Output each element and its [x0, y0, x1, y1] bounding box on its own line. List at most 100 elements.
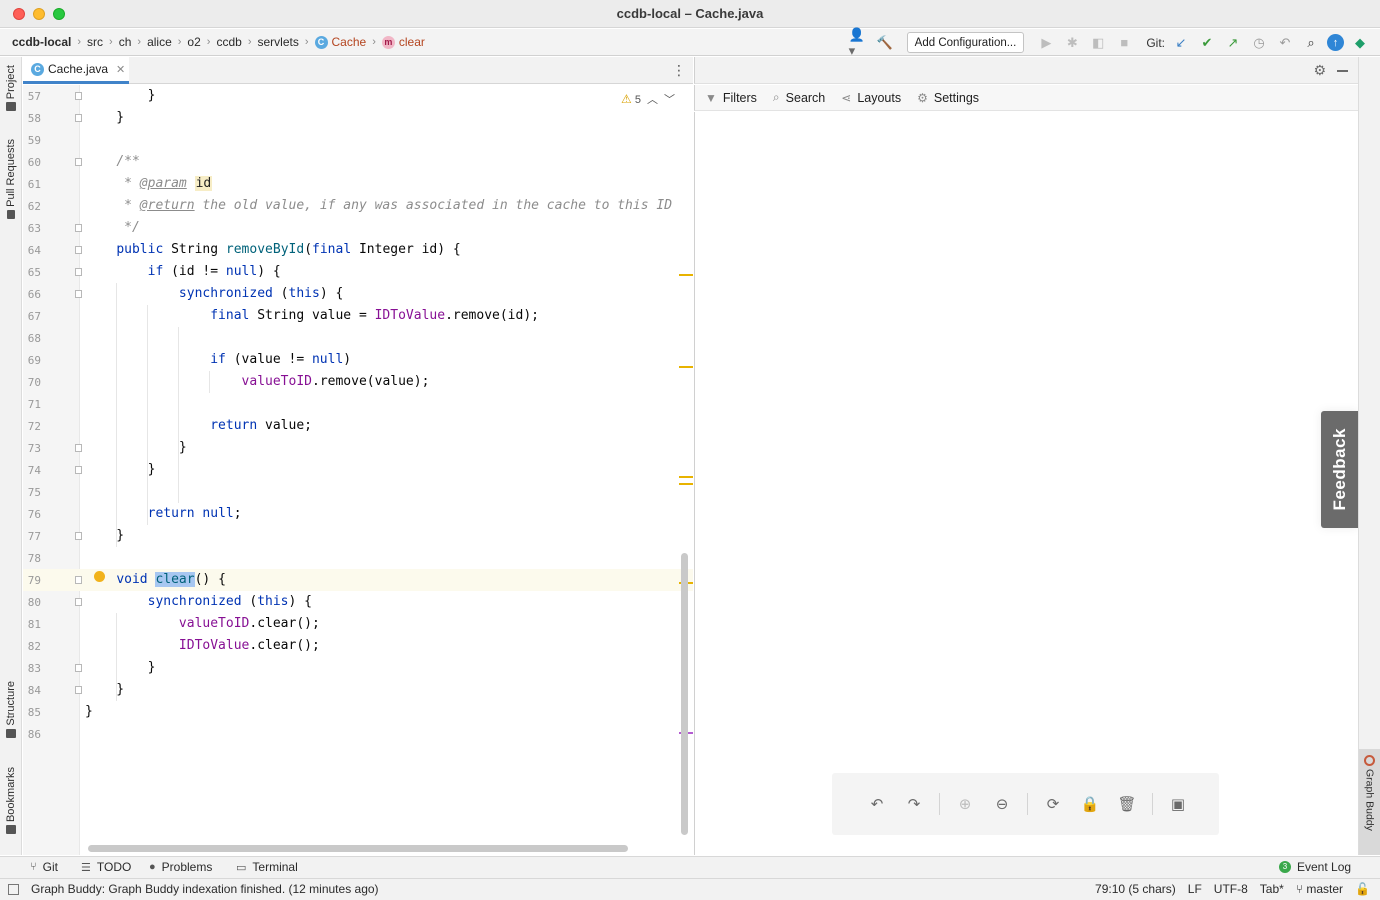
fold-marker-icon[interactable] [75, 466, 82, 474]
warning-stripe-mark[interactable] [679, 366, 693, 368]
code-line[interactable]: 61 * @param id [23, 173, 693, 195]
code-line[interactable]: 85} [23, 701, 693, 723]
git-push-icon[interactable]: ↗ [1223, 33, 1243, 53]
lock-icon[interactable]: 🔒 [1075, 789, 1105, 819]
settings-button[interactable]: ⚙ Settings [917, 91, 979, 105]
code-line[interactable]: 64 public String removeById(final Intege… [23, 239, 693, 261]
breadcrumb-method[interactable]: m clear [381, 35, 425, 49]
code-line[interactable]: 68 [23, 327, 693, 349]
gear-icon[interactable]: ⚙ [1313, 62, 1326, 79]
refresh-icon[interactable]: ⟳ [1038, 789, 1068, 819]
problems-tool-button[interactable]: ● Problems [149, 860, 212, 874]
fold-marker-icon[interactable] [75, 532, 82, 540]
run-icon[interactable]: ▶ [1036, 33, 1056, 53]
code-line[interactable]: 66 synchronized (this) { [23, 283, 693, 305]
trash-icon[interactable]: 🗑 [1112, 789, 1142, 819]
stop-icon[interactable]: ■ [1114, 33, 1134, 53]
zoom-in-icon[interactable]: ⊕ [950, 789, 980, 819]
undo-icon[interactable]: ↶ [862, 789, 892, 819]
code-line[interactable]: 86 [23, 723, 693, 745]
code-line[interactable]: 65 if (id != null) { [23, 261, 693, 283]
terminal-tool-button[interactable]: ▭ Terminal [236, 860, 298, 874]
code-line[interactable]: 59 [23, 129, 693, 151]
code-line[interactable]: 73 } [23, 437, 693, 459]
git-rollback-icon[interactable]: ↶ [1275, 33, 1295, 53]
fold-marker-icon[interactable] [75, 576, 82, 584]
git-tool-button[interactable]: ⑂ Git [30, 860, 58, 874]
code-with-me-icon[interactable]: ◆ [1350, 33, 1370, 53]
code-line[interactable]: 78 [23, 547, 693, 569]
account-dropdown-icon[interactable]: 👤▾ [849, 27, 869, 58]
code-line[interactable]: 58 } [23, 107, 693, 129]
warning-stripe-mark[interactable] [679, 274, 693, 276]
previous-highlight-icon[interactable]: ︿ [647, 91, 658, 107]
intention-bulb-icon[interactable] [94, 571, 105, 582]
git-commit-icon[interactable]: ✔ [1197, 33, 1217, 53]
zoom-out-icon[interactable]: ⊖ [987, 789, 1017, 819]
fold-marker-icon[interactable] [75, 114, 82, 122]
code-line[interactable]: 80 synchronized (this) { [23, 591, 693, 613]
code-line[interactable]: 63 */ [23, 217, 693, 239]
fold-marker-icon[interactable] [75, 598, 82, 606]
breadcrumb-project[interactable]: ccdb-local [12, 35, 71, 49]
line-separator[interactable]: LF [1188, 882, 1202, 896]
fold-marker-icon[interactable] [75, 444, 82, 452]
layouts-button[interactable]: ⋖ Layouts [841, 91, 901, 105]
project-tool-tab[interactable]: Project [2, 65, 20, 112]
build-hammer-icon[interactable]: 🔨 [875, 33, 895, 53]
search-everywhere-icon[interactable]: ⌕ [1301, 33, 1321, 53]
code-line[interactable]: 84 } [23, 679, 693, 701]
warning-summary[interactable]: ⚠ 5 [621, 92, 641, 106]
git-history-icon[interactable]: ◷ [1249, 33, 1269, 53]
code-line[interactable]: 74 } [23, 459, 693, 481]
code-line[interactable]: 81 valueToID.clear(); [23, 613, 693, 635]
current-line[interactable]: 79 void clear() { [23, 569, 693, 591]
code-line[interactable]: 69 if (value != null) [23, 349, 693, 371]
code-line[interactable]: 76 return null; [23, 503, 693, 525]
warning-stripe-mark[interactable] [679, 483, 693, 485]
coverage-icon[interactable]: ◧ [1088, 33, 1108, 53]
fold-marker-icon[interactable] [75, 686, 82, 694]
git-update-icon[interactable]: ↙ [1171, 33, 1191, 53]
breadcrumb-ch[interactable]: ch [119, 35, 132, 49]
indent-setting[interactable]: Tab* [1260, 882, 1284, 896]
readonly-lock-icon[interactable]: 🔓 [1355, 882, 1370, 896]
code-line[interactable]: 67 final String value = IDToValue.remove… [23, 305, 693, 327]
minimize-icon[interactable] [1337, 70, 1348, 72]
fold-marker-icon[interactable] [75, 224, 82, 232]
fold-marker-icon[interactable] [75, 290, 82, 298]
graph-canvas[interactable] [694, 112, 1358, 855]
git-branch-widget[interactable]: ⑂ master [1296, 882, 1343, 896]
code-line[interactable]: 62 * @return the old value, if any was a… [23, 195, 693, 217]
code-line[interactable]: 57 } [23, 85, 693, 107]
code-line[interactable]: 83 } [23, 657, 693, 679]
more-options-icon[interactable]: ⋮ [672, 62, 686, 78]
breadcrumb-servlets[interactable]: servlets [257, 35, 298, 49]
next-highlight-icon[interactable]: ﹀ [664, 91, 675, 107]
fold-marker-icon[interactable] [75, 92, 82, 100]
search-button[interactable]: ⌕ Search [773, 90, 825, 105]
close-icon[interactable]: ✕ [116, 63, 125, 76]
status-message[interactable]: Graph Buddy: Graph Buddy indexation fini… [31, 882, 379, 896]
code-line[interactable]: 77 } [23, 525, 693, 547]
graph-buddy-tool-tab[interactable]: Graph Buddy [1359, 749, 1380, 855]
save-icon[interactable]: ▣ [1163, 789, 1193, 819]
pull-requests-tool-tab[interactable]: Pull Requests [2, 139, 20, 219]
warning-stripe-mark[interactable] [679, 476, 693, 478]
debug-icon[interactable]: ✱ [1062, 33, 1082, 53]
fold-marker-icon[interactable] [75, 246, 82, 254]
event-log-button[interactable]: 3 Event Log [1279, 860, 1351, 874]
breadcrumb-src[interactable]: src [87, 35, 103, 49]
code-line[interactable]: 75 [23, 481, 693, 503]
tab-cache-java[interactable]: C Cache.java ✕ [23, 57, 129, 84]
breadcrumb-alice[interactable]: alice [147, 35, 172, 49]
breadcrumb-o2[interactable]: o2 [187, 35, 200, 49]
fold-marker-icon[interactable] [75, 158, 82, 166]
file-encoding[interactable]: UTF-8 [1214, 882, 1248, 896]
filters-button[interactable]: ▼ Filters [705, 91, 757, 105]
vertical-scrollbar[interactable] [681, 553, 688, 835]
code-line[interactable]: 72 return value; [23, 415, 693, 437]
caret-position[interactable]: 79:10 (5 chars) [1095, 882, 1176, 896]
code-line[interactable]: 71 [23, 393, 693, 415]
code-line[interactable]: 70 valueToID.remove(value); [23, 371, 693, 393]
